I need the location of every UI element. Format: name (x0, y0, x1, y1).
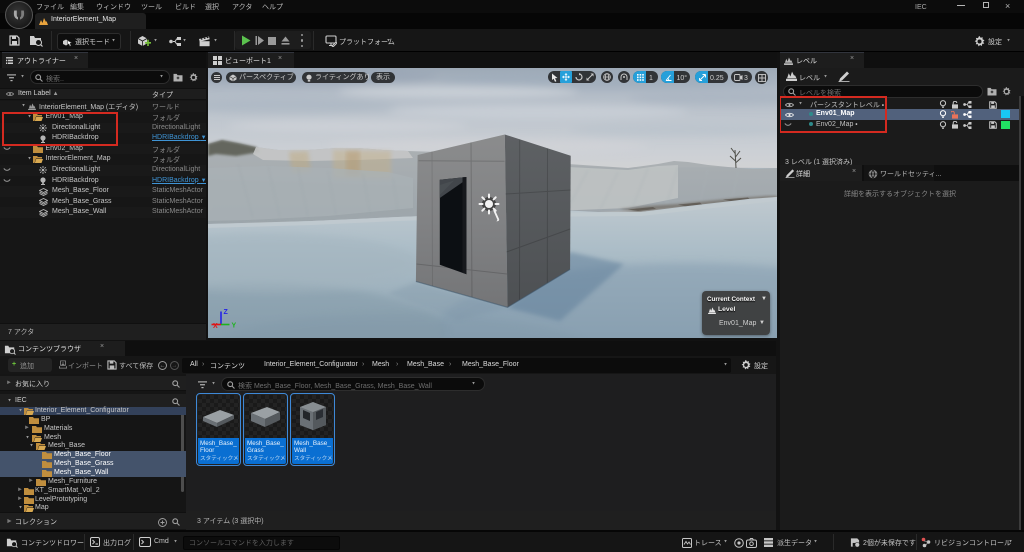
svg-text:Z: Z (224, 309, 229, 316)
svg-text:X: X (213, 323, 218, 330)
svg-text:Y: Y (232, 323, 237, 330)
